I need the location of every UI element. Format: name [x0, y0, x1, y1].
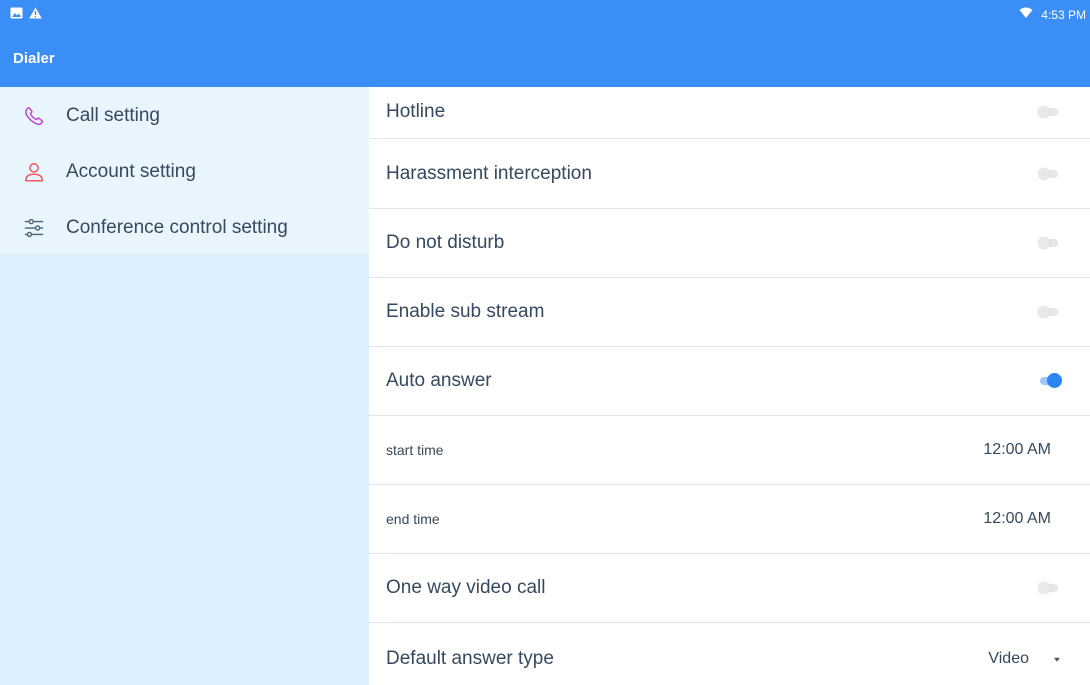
- default-answer-type-value[interactable]: Video: [988, 650, 1029, 668]
- wifi-icon: [1019, 7, 1033, 22]
- image-notification-icon: [10, 6, 23, 24]
- toggle-thumb: [1038, 237, 1050, 249]
- auto-answer-row[interactable]: Auto answer: [369, 347, 1090, 416]
- end-time-value: 12:00 AM: [983, 510, 1051, 527]
- start-time-value: 12:00 AM: [983, 441, 1051, 458]
- harassment-interception-label: Harassment interception: [386, 162, 592, 184]
- auto-answer-toggle[interactable]: [1038, 373, 1062, 388]
- person-icon: [22, 160, 46, 184]
- status-left-icons: [10, 6, 42, 24]
- toggle-thumb: [1038, 167, 1050, 180]
- hotline-label: Hotline: [386, 100, 446, 122]
- status-time: 4:53 PM: [1041, 7, 1086, 22]
- phone-icon: [22, 104, 46, 128]
- hotline-toggle[interactable]: [1038, 105, 1060, 119]
- settings-list: Hotline Harassment interception Do not d…: [369, 87, 1090, 685]
- enable-sub-stream-label: Enable sub stream: [386, 301, 545, 322]
- sidebar-item-account-setting[interactable]: Account setting: [0, 144, 369, 200]
- auto-answer-label: Auto answer: [386, 370, 492, 391]
- do-not-disturb-toggle[interactable]: [1038, 236, 1060, 250]
- default-answer-type-label: Default answer type: [386, 648, 554, 669]
- sidebar: Call setting Account setting Conference …: [0, 87, 369, 685]
- harassment-interception-toggle[interactable]: [1038, 167, 1060, 181]
- sliders-icon: [22, 216, 46, 240]
- start-time-row[interactable]: start time 12:00 AM: [369, 416, 1090, 485]
- app-title: Dialer: [13, 50, 55, 67]
- hotline-row[interactable]: Hotline: [369, 85, 1090, 139]
- sidebar-item-call-setting[interactable]: Call setting: [0, 88, 369, 144]
- end-time-row[interactable]: end time 12:00 AM: [369, 485, 1090, 554]
- toggle-thumb: [1038, 306, 1050, 318]
- toggle-thumb: [1038, 105, 1050, 118]
- one-way-video-call-row[interactable]: One way video call: [369, 554, 1090, 623]
- sidebar-item-label: Conference control setting: [66, 217, 288, 238]
- status-bar: 4:53 PM: [0, 0, 1090, 29]
- enable-sub-stream-row[interactable]: Enable sub stream: [369, 278, 1090, 347]
- warning-icon: [29, 6, 42, 24]
- dropdown-arrow-icon[interactable]: [1054, 657, 1060, 662]
- sidebar-item-label: Account setting: [66, 161, 196, 182]
- do-not-disturb-row[interactable]: Do not disturb: [369, 209, 1090, 278]
- one-way-video-call-toggle[interactable]: [1038, 581, 1060, 595]
- end-time-label: end time: [386, 511, 440, 527]
- sidebar-item-label: Call setting: [66, 105, 160, 126]
- one-way-video-call-label: One way video call: [386, 577, 546, 598]
- start-time-label: start time: [386, 442, 444, 458]
- harassment-interception-row[interactable]: Harassment interception: [369, 139, 1090, 209]
- enable-sub-stream-toggle[interactable]: [1038, 305, 1060, 319]
- toggle-thumb: [1047, 373, 1062, 388]
- default-answer-type-row[interactable]: Default answer type Video: [369, 623, 1090, 685]
- do-not-disturb-label: Do not disturb: [386, 232, 505, 253]
- toggle-thumb: [1038, 582, 1050, 594]
- sidebar-item-conference-control-setting[interactable]: Conference control setting: [0, 200, 369, 256]
- app-bar: Dialer: [0, 29, 1090, 87]
- status-right: 4:53 PM: [1019, 0, 1086, 29]
